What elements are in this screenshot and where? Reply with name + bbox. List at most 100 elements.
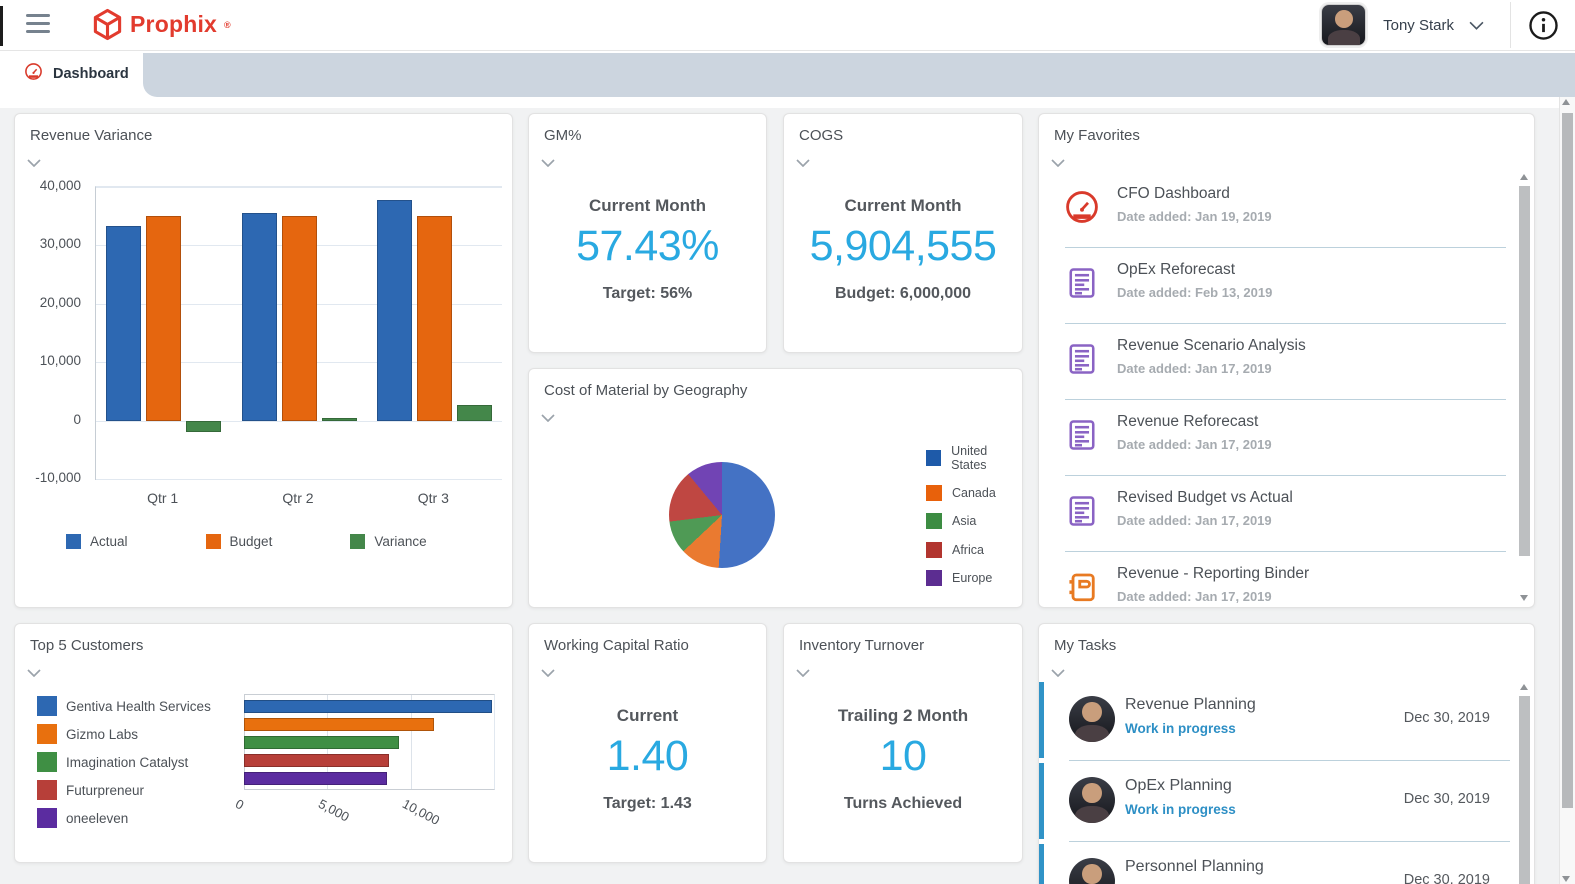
bar-gizmo-labs [244, 718, 434, 731]
favorite-text: CFO DashboardDate added: Jan 19, 2019 [1117, 185, 1516, 224]
favorite-item[interactable]: Revenue Scenario AnalysisDate added: Jan… [1039, 324, 1516, 400]
favorite-title: Revenue Reforecast [1117, 413, 1516, 431]
y-tick-label: 20,000 [40, 295, 81, 310]
dashboard-gauge-icon [24, 62, 43, 86]
card-title: GM% [529, 114, 766, 144]
bar-budget-qtr2 [282, 216, 317, 420]
my-favorites-card: My Favorites CFO DashboardDate added: Ja… [1038, 113, 1535, 608]
collapse-chevron-icon[interactable] [539, 153, 557, 172]
legend-label: Actual [90, 534, 128, 549]
favorite-text: Revenue Reforecast Date added: Jan 17, 20… [1117, 413, 1516, 452]
dashboard-icon [1064, 189, 1100, 225]
favorites-scrollbar[interactable] [1518, 172, 1531, 603]
legend-swatch [926, 542, 942, 558]
favorite-text: OpEx ReforecastDate added: Feb 13, 2019 [1117, 261, 1516, 300]
legend-label: Gentiva Health Services [66, 699, 211, 714]
legend-item: Canada [926, 485, 1022, 501]
task-item[interactable]: Personnel PlanningWork in progressDec 30… [1039, 842, 1516, 884]
favorite-date-added: Date added: Jan 17, 2019 [1117, 437, 1516, 452]
scroll-up-arrow[interactable] [1520, 684, 1528, 690]
user-name[interactable]: Tony Stark [1383, 17, 1454, 34]
task-due-date: Dec 30, 2019 [1404, 791, 1490, 807]
collapse-chevron-icon[interactable] [25, 153, 43, 172]
gm-target: Target: 56% [529, 285, 766, 303]
scrollbar-thumb[interactable] [1562, 113, 1573, 808]
collapse-chevron-icon[interactable] [1049, 153, 1067, 172]
favorite-date-added: Date added: Jan 19, 2019 [1117, 209, 1516, 224]
cost-of-material-card: Cost of Material by Geography United Sta… [528, 368, 1023, 608]
scroll-down-arrow[interactable] [1562, 876, 1570, 882]
x-axis-labels: Qtr 1Qtr 2Qtr 3 [95, 490, 501, 510]
legend-label: Variance [374, 534, 426, 549]
working-capital-target: Target: 1.43 [529, 795, 766, 813]
menu-hamburger-button[interactable] [26, 14, 52, 35]
legend-label: Canada [952, 486, 996, 500]
kpi-subtitle: Current Month [529, 196, 766, 216]
prophix-cube-icon [92, 8, 123, 41]
user-menu-chevron-down-icon[interactable] [1469, 21, 1484, 30]
x-tick-label: 5,000 [316, 796, 352, 825]
task-item[interactable]: OpEx PlanningWork in progressDec 30, 201… [1039, 761, 1516, 842]
legend-swatch [37, 696, 57, 716]
legend-item: oneeleven [37, 808, 211, 828]
task-item[interactable]: Revenue PlanningWork in progressDec 30, … [1039, 680, 1516, 761]
y-tick-label: -10,000 [35, 470, 81, 485]
x-tick-label: Qtr 2 [230, 490, 365, 506]
report-icon [1064, 341, 1100, 377]
task-due-date: Dec 30, 2019 [1404, 872, 1490, 884]
info-button[interactable] [1511, 10, 1575, 41]
task-accent-bar [1039, 763, 1044, 839]
report-icon [1064, 417, 1100, 453]
collapse-chevron-icon[interactable] [25, 663, 43, 682]
favorite-item[interactable]: Revenue Reforecast Date added: Jan 17, 20… [1039, 400, 1516, 476]
prophix-logo: Prophix® [92, 8, 231, 41]
tasks-list: Revenue PlanningWork in progressDec 30, … [1039, 680, 1516, 884]
favorite-date-added: Date added: Jan 17, 2019 [1117, 589, 1516, 604]
bar-budget-qtr1 [146, 216, 181, 420]
task-status-link[interactable]: Work in progress [1125, 802, 1236, 817]
favorite-item[interactable]: CFO DashboardDate added: Jan 19, 2019 [1039, 172, 1516, 248]
favorite-item[interactable]: Revenue - Reporting BinderDate added: Ja… [1039, 552, 1516, 606]
task-assignee-avatar [1069, 777, 1115, 823]
kpi-subtitle: Trailing 2 Month [784, 706, 1022, 726]
collapse-chevron-icon[interactable] [794, 153, 812, 172]
page-scrollbar[interactable] [1559, 97, 1575, 884]
scrollbar-thumb[interactable] [1519, 186, 1530, 556]
scroll-up-arrow[interactable] [1562, 99, 1570, 105]
task-assignee-avatar [1069, 858, 1115, 884]
collapse-chevron-icon[interactable] [794, 663, 812, 682]
legend-swatch [926, 485, 942, 501]
task-status-link[interactable]: Work in progress [1125, 721, 1236, 736]
scroll-up-arrow[interactable] [1520, 174, 1528, 180]
tasks-scrollbar[interactable] [1518, 682, 1531, 884]
geography-pie-chart [669, 462, 775, 568]
favorite-date-added: Date added: Jan 17, 2019 [1117, 513, 1516, 528]
gm-current-value: 57.43% [529, 222, 766, 271]
legend-swatch [206, 534, 221, 549]
revenue-variance-card: Revenue Variance 40,00030,00020,00010,00… [14, 113, 513, 608]
cogs-card: COGS Current Month 5,904,555 Budget: 6,0… [783, 113, 1023, 353]
favorite-item[interactable]: Revised Budget vs ActualDate added: Jan … [1039, 476, 1516, 552]
scroll-down-arrow[interactable] [1520, 595, 1528, 601]
card-title: Top 5 Customers [15, 624, 512, 654]
legend-item: Africa [926, 542, 1022, 558]
tab-dashboard[interactable]: Dashboard [0, 50, 143, 97]
gridline [96, 479, 502, 480]
bar-actual-qtr1 [106, 226, 141, 421]
bar-actual-qtr3 [377, 200, 412, 420]
inventory-turnover-card: Inventory Turnover Trailing 2 Month 10 T… [783, 623, 1023, 863]
scrollbar-thumb[interactable] [1519, 696, 1530, 884]
user-avatar[interactable] [1321, 4, 1366, 46]
legend-label: United States [951, 444, 1022, 472]
bar-imagination-catalyst [244, 736, 399, 749]
brand-name: Prophix [130, 11, 217, 38]
legend-swatch [37, 724, 57, 744]
cogs-current-value: 5,904,555 [784, 222, 1022, 271]
legend-item: Variance [350, 534, 426, 549]
legend-item: Gizmo Labs [37, 724, 211, 744]
kpi-subtitle: Current Month [784, 196, 1022, 216]
collapse-chevron-icon[interactable] [539, 408, 557, 427]
favorite-item[interactable]: OpEx ReforecastDate added: Feb 13, 2019 [1039, 248, 1516, 324]
revenue-variance-chart: 40,00030,00020,00010,0000-10,000 Qtr 1Qt… [15, 172, 512, 607]
collapse-chevron-icon[interactable] [539, 663, 557, 682]
